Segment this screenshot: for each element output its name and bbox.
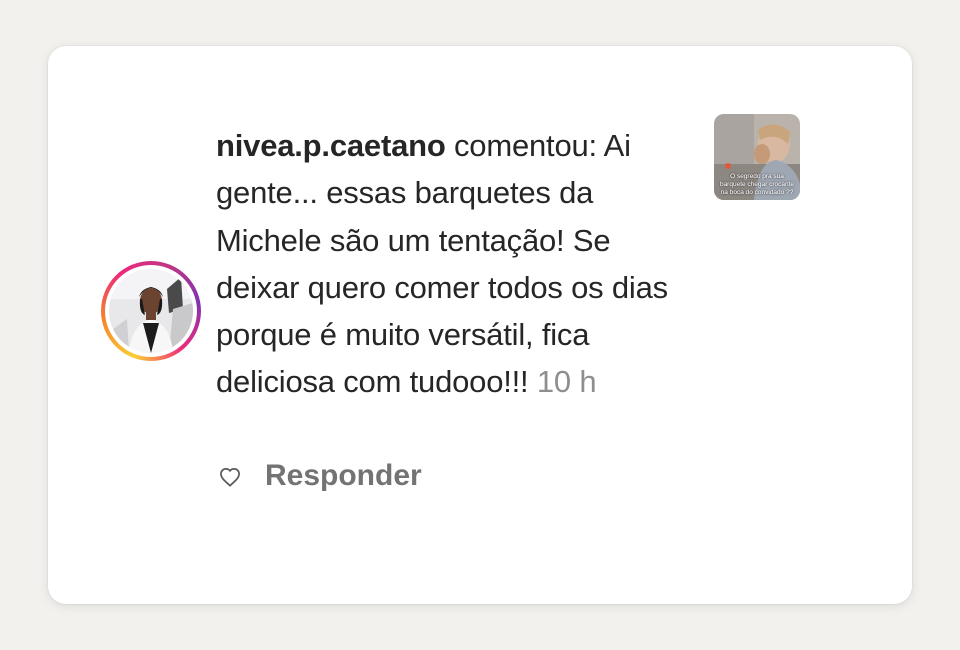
avatar [109,269,193,353]
thumbnail-caption: O segredo pra sua barquete chegar crocan… [719,173,795,196]
comment-text: Ai gente... essas barquetes da Michele s… [216,128,668,400]
comment-body: nivea.p.caetano comentou: Ai gente... es… [216,122,696,406]
comment-action: comentou: [445,128,604,163]
avatar-story-ring[interactable] [101,261,201,361]
reply-button[interactable]: Responder [265,456,422,496]
comment-username[interactable]: nivea.p.caetano [216,128,446,163]
avatar-photo [109,269,193,353]
heart-icon[interactable] [219,467,241,487]
comment-timestamp: 10 h [536,364,597,400]
post-thumbnail[interactable]: O segredo pra sua barquete chegar crocan… [714,114,800,200]
